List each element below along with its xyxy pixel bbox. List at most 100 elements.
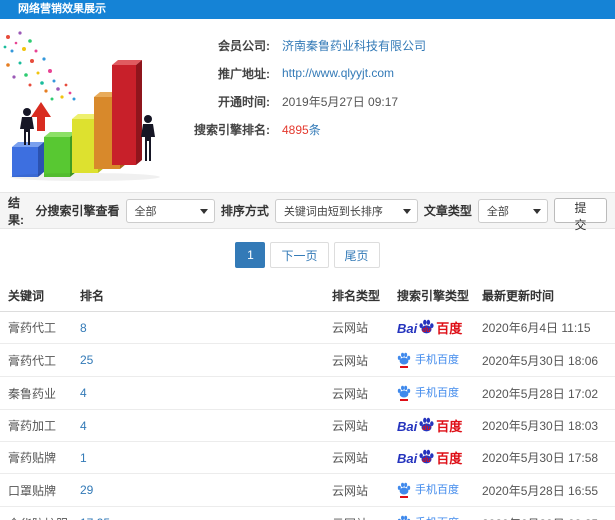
engine-cell: 手机百度 — [397, 506, 482, 520]
rank-cell: 4 — [80, 409, 332, 442]
open-time-value: 2019年5月27日 09:17 — [282, 94, 399, 109]
col-keyword: 关键词 — [0, 279, 80, 312]
engine-cell: 手机百度 — [397, 343, 482, 377]
updated-cell: 2020年5月30日 18:06 — [482, 343, 615, 377]
rank-type-cell: 云网站 — [332, 506, 397, 520]
updated-cell: 2020年5月28日 16:55 — [482, 473, 615, 507]
baidu-logo[interactable]: Bai du 百度 — [397, 319, 462, 335]
engine-select[interactable]: 全部 — [125, 198, 215, 223]
rank-link[interactable]: 29 — [80, 483, 93, 497]
info-row-company: 会员公司: 济南秦鲁药业科技有限公司 — [172, 31, 426, 59]
promo-url-link[interactable]: http://www.qlyyjt.com — [282, 66, 394, 80]
up-arrow — [31, 102, 51, 131]
bar-red — [112, 60, 142, 165]
rank-cell: 29 — [80, 473, 332, 507]
promo-url-label: 推广地址: — [218, 66, 270, 81]
keyword-cell: 膏药代工 — [0, 311, 80, 344]
table-row: 膏药代工 8 云网站 Bai du 百度 2020年6月4日 11:15 — [0, 311, 615, 344]
engine-cell: 手机百度 — [397, 473, 482, 507]
company-label: 会员公司: — [218, 38, 270, 53]
mobile-baidu-label: 手机百度 — [415, 354, 459, 366]
open-time-label: 开通时间: — [218, 94, 270, 109]
rank-link[interactable]: 17,25 — [80, 516, 110, 520]
rank-cell: 1 — [80, 441, 332, 474]
page-button-1[interactable]: 1 — [235, 242, 266, 268]
rank-link[interactable]: 4 — [80, 419, 87, 433]
table-row: 膏药加工 4 云网站 Bai du 百度 2020年5月30日 18:03 — [0, 409, 615, 442]
chevron-down-icon — [532, 208, 541, 214]
window-title: 网络营销效果展示 — [0, 0, 615, 19]
rank-type-cell: 云网站 — [332, 409, 397, 442]
rank-type-cell: 云网站 — [332, 376, 397, 410]
last-page-button[interactable]: 尾页 — [333, 242, 380, 268]
chevron-down-icon — [402, 208, 411, 214]
confetti-dots — [3, 31, 76, 101]
engine-cell: 手机百度 — [397, 376, 482, 410]
member-info-panel: 会员公司: 济南秦鲁药业科技有限公司 推广地址: http://www.qlyy… — [172, 25, 426, 185]
keyword-cell: 金华防护服 — [0, 506, 80, 520]
filter-controls: 分搜索引擎查看 全部 排序方式 关键词由短到长排序 文章类型 全部 提交 — [35, 198, 607, 232]
bar-green — [44, 132, 76, 177]
mobile-baidu-label: 手机百度 — [415, 484, 459, 496]
col-engine-type: 搜索引擎类型 — [397, 279, 482, 312]
engine-cell: Bai du 百度 — [397, 409, 482, 442]
mobile-baidu-badge[interactable]: 手机百度 — [397, 481, 459, 498]
updated-cell: 2020年6月4日 11:15 — [482, 311, 615, 344]
rank-link[interactable]: 8 — [80, 321, 87, 335]
rank-type-cell: 云网站 — [332, 473, 397, 507]
next-page-button[interactable]: 下一页 — [270, 242, 329, 268]
baidu-paw-icon: du — [418, 449, 435, 465]
mobile-baidu-badge[interactable]: 手机百度 — [397, 384, 459, 401]
businessman-left — [20, 108, 34, 145]
baidu-logo[interactable]: Bai du 百度 — [397, 417, 462, 433]
info-row-url: 推广地址: http://www.qlyyjt.com — [172, 59, 426, 87]
bar-blue — [12, 142, 44, 177]
table-row: 口罩贴牌 29 云网站 手机百度 2020年5月28日 16:55 — [0, 473, 615, 507]
mobile-baidu-paw-icon — [397, 482, 411, 498]
info-section: 会员公司: 济南秦鲁药业科技有限公司 推广地址: http://www.qlyy… — [0, 25, 615, 185]
baidu-paw-icon: du — [418, 319, 435, 335]
mobile-baidu-label: 手机百度 — [415, 387, 459, 399]
sort-filter-label: 排序方式 — [220, 204, 269, 218]
keyword-cell: 秦鲁药业 — [0, 376, 80, 410]
keyword-ranking-table: 关键词 排名 排名类型 搜索引擎类型 最新更新时间 膏药代工 8 云网站 Bai… — [0, 279, 615, 520]
keyword-cell: 膏药贴牌 — [0, 441, 80, 474]
baidu-logo[interactable]: Bai du 百度 — [397, 449, 462, 465]
keyword-cell: 膏药代工 — [0, 343, 80, 377]
company-name-link[interactable]: 济南秦鲁药业科技有限公司 — [282, 37, 426, 54]
rank-cell: 4 — [80, 376, 332, 410]
article-type-select[interactable]: 全部 — [477, 198, 548, 223]
mobile-baidu-paw-icon — [397, 385, 411, 401]
mobile-baidu-paw-icon — [397, 352, 411, 368]
businessman-right — [141, 115, 155, 161]
mobile-baidu-paw-icon — [397, 515, 411, 520]
rank-cell: 8 — [80, 311, 332, 344]
info-row-opentime: 开通时间: 2019年5月27日 09:17 — [172, 87, 426, 115]
mobile-baidu-badge[interactable]: 手机百度 — [397, 351, 459, 368]
baidu-paw-icon: du — [418, 417, 435, 433]
rank-type-cell: 云网站 — [332, 441, 397, 474]
rank-count-value: 4895条 — [282, 122, 321, 137]
table-row: 金华防护服 17,25 云网站 手机百度 2020年6月20日 09:25 — [0, 506, 615, 520]
table-row: 膏药代工 25 云网站 手机百度 2020年5月30日 18:06 — [0, 343, 615, 377]
keyword-cell: 膏药加工 — [0, 409, 80, 442]
updated-cell: 2020年6月20日 09:25 — [482, 506, 615, 520]
rank-link[interactable]: 4 — [80, 386, 87, 400]
engine-cell: Bai du 百度 — [397, 441, 482, 474]
rank-link[interactable]: 25 — [80, 353, 93, 367]
rank-cell: 17,25 — [80, 506, 332, 520]
pagination: 1 下一页 尾页 — [0, 242, 615, 268]
updated-cell: 2020年5月28日 17:02 — [482, 376, 615, 410]
col-rank: 排名 — [80, 279, 332, 312]
engine-cell: Bai du 百度 — [397, 311, 482, 344]
engine-filter-label: 分搜索引擎查看 — [35, 204, 120, 218]
rank-link[interactable]: 1 — [80, 451, 87, 465]
growth-chart-illustration — [0, 25, 172, 185]
mobile-baidu-badge[interactable]: 手机百度 — [397, 514, 459, 520]
rank-count-label: 搜索引擎排名: — [194, 122, 270, 137]
sort-select[interactable]: 关键词由短到长排序 — [274, 198, 418, 223]
submit-button[interactable]: 提交 — [553, 198, 607, 232]
updated-cell: 2020年5月30日 17:58 — [482, 441, 615, 474]
table-row: 秦鲁药业 4 云网站 手机百度 2020年5月28日 17:02 — [0, 376, 615, 410]
chevron-down-icon — [199, 208, 208, 214]
